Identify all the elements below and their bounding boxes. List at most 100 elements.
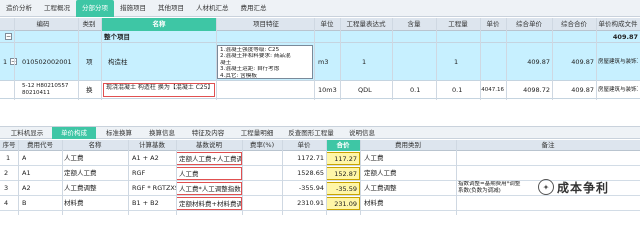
cell-category[interactable]: 材料费 <box>364 196 384 211</box>
item-code: 010502002001 <box>22 58 72 66</box>
col-unit-price[interactable]: 综合单价 <box>506 18 552 31</box>
col-name[interactable]: 名称 <box>102 18 216 31</box>
tab-labor-material[interactable]: 工料机显示 <box>4 127 50 139</box>
col-lower-total[interactable]: 合价 <box>326 140 360 151</box>
quota-type: 换 <box>86 86 93 94</box>
quota-code: 5-12 H80210557 80210411 <box>22 83 69 96</box>
col-fee-category[interactable]: 费用类别 <box>360 140 456 151</box>
tab-project-overview[interactable]: 工程概况 <box>38 0 76 17</box>
cell-seq: 2 <box>4 169 9 177</box>
cell-base-desc[interactable]: 定额材料费+材料费调整 <box>176 197 242 210</box>
tab-labor-material-summary[interactable]: 人材机汇总 <box>190 0 235 17</box>
cell-rate[interactable] <box>242 151 282 166</box>
collapse-icon[interactable]: − <box>5 33 12 40</box>
cell-price: -355.94 <box>298 184 324 192</box>
table-row[interactable]: 1 A 人工费 A1 + A2 定额人工费+人工费调整 1172.71 117.… <box>0 151 640 166</box>
cell-rate[interactable] <box>242 166 282 181</box>
cell-base-desc[interactable]: 人工费*人工调整指数 <box>176 182 242 195</box>
tab-quantity-details[interactable]: 工程量明细 <box>234 127 280 139</box>
col-rate[interactable]: 费率(%) <box>242 140 282 151</box>
cell-calc-base[interactable]: A1 + A2 <box>132 151 159 166</box>
item-expr[interactable]: 1 <box>362 43 366 81</box>
cell-price: 1172.71 <box>297 154 324 162</box>
col-expr[interactable]: 工程量表达式 <box>340 18 392 31</box>
cell-category[interactable]: 定额人工费 <box>364 166 397 181</box>
col-price[interactable]: 单价 <box>480 18 506 31</box>
cell-category[interactable]: 人工费调整 <box>364 181 397 196</box>
cell-fee-name[interactable]: 人工费 <box>64 151 84 166</box>
col-features[interactable]: 项目特征 <box>218 18 314 31</box>
section-name: 整个项目 <box>104 33 130 41</box>
cell-note[interactable] <box>460 196 580 211</box>
col-base-desc[interactable]: 基数说明 <box>176 140 242 151</box>
cell-note[interactable] <box>460 151 580 166</box>
cell-fee-name[interactable]: 材料费 <box>64 196 84 211</box>
tab-fee-summary[interactable]: 费用汇总 <box>235 0 273 17</box>
table-row[interactable]: 1 − 010502002001 项 构造柱 1.混凝土强度等级: C25 2.… <box>0 43 640 81</box>
cell-fee-code[interactable]: A2 <box>22 181 31 196</box>
tab-price-composition[interactable]: 单价构成 <box>52 127 96 139</box>
cell-fee-name[interactable]: 定额人工费 <box>64 166 97 181</box>
grid-line <box>480 18 481 100</box>
quota-price-file[interactable]: 房屋建筑与装饰工程 <box>598 81 638 99</box>
cell-rate[interactable] <box>242 196 282 211</box>
col-fee-name[interactable]: 名称 <box>62 140 128 151</box>
col-unit[interactable]: 单位 <box>314 18 340 31</box>
cell-calc-base[interactable]: B1 + B2 <box>132 196 159 211</box>
grid-line <box>326 140 327 215</box>
detail-tab-bar: 工料机显示 单价构成 标准换算 换算信息 特征及内容 工程量明细 反查图形工程量… <box>0 126 640 139</box>
grid-line <box>392 18 393 100</box>
tab-other-items[interactable]: 其他项目 <box>152 0 190 17</box>
tab-sub-items[interactable]: 分部分项 <box>76 0 114 17</box>
col-code[interactable]: 编码 <box>14 18 72 31</box>
table-row[interactable]: 5-12 H80210557 80210411 换 现浇混凝土 构造柱 换为【混… <box>0 81 640 99</box>
tab-measures[interactable]: 措施项目 <box>114 0 152 17</box>
table-row[interactable]: − 整个项目 409.87 <box>0 31 640 43</box>
grid-line <box>176 140 177 215</box>
quota-content[interactable]: 0.1 <box>410 81 420 99</box>
item-total: 409.87 <box>571 58 594 66</box>
tab-reverse-lookup[interactable]: 反查图形工程量 <box>282 127 340 139</box>
tab-standard-conversion[interactable]: 标准换算 <box>98 127 140 139</box>
col-calc-base[interactable]: 计算基数 <box>128 140 176 151</box>
cell-fee-code[interactable]: B <box>22 196 26 211</box>
col-total[interactable]: 综合合价 <box>552 18 596 31</box>
cell-fee-code[interactable]: A <box>22 151 26 166</box>
cell-fee-code[interactable]: A1 <box>22 166 31 181</box>
item-type: 项 <box>86 58 93 66</box>
item-price-file[interactable]: 房屋建筑与装饰工程 <box>598 43 638 81</box>
quota-unit: 10m3 <box>318 86 337 94</box>
col-qty[interactable]: 工程量 <box>436 18 480 31</box>
quota-name[interactable]: 现浇混凝土 构造柱 换为【混凝土 C25】 <box>103 83 215 97</box>
item-name: 构造柱 <box>108 58 128 66</box>
col-content[interactable]: 含量 <box>392 18 436 31</box>
col-lower-price[interactable]: 单价 <box>282 140 326 151</box>
cell-note[interactable]: 指数调整=基期费用*调整系数(负数为调减) <box>458 181 524 196</box>
cell-calc-base[interactable]: RGF <box>132 166 145 181</box>
grid-line <box>506 18 507 100</box>
tab-conversion-info[interactable]: 换算信息 <box>142 127 182 139</box>
cell-base-desc[interactable]: 人工费 <box>176 167 242 180</box>
tab-cost-analysis[interactable]: 造价分析 <box>0 0 38 17</box>
top-tab-bar: 造价分析 工程概况 分部分项 措施项目 其他项目 人材机汇总 费用汇总 <box>0 0 640 17</box>
item-features[interactable]: 1.混凝土强度等级: C25 2.混凝土拌和料要求: 商品混 凝土 3.混凝土运… <box>217 45 313 79</box>
item-qty[interactable]: 1 <box>454 43 458 81</box>
col-type[interactable]: 类别 <box>78 18 100 31</box>
cell-base-desc[interactable]: 定额人工费+人工费调整 <box>176 152 242 165</box>
table-row[interactable]: 4 B 材料费 B1 + B2 定额材料费+材料费调整 2310.91 231.… <box>0 196 640 211</box>
col-seq[interactable]: 序号 <box>0 140 18 151</box>
cell-rate[interactable] <box>242 181 282 196</box>
col-note[interactable]: 备注 <box>456 140 640 151</box>
grid-line <box>314 18 315 100</box>
quota-expr[interactable]: QDL <box>358 81 372 99</box>
quota-qty[interactable]: 0.1 <box>452 81 462 99</box>
cell-calc-base[interactable]: RGF * RGTZXS <box>132 181 179 196</box>
col-fee-code[interactable]: 费用代号 <box>18 140 62 151</box>
grid-line <box>101 18 102 100</box>
col-price-file[interactable]: 单价构成文件 <box>596 18 640 31</box>
cell-fee-name[interactable]: 人工费调整 <box>64 181 97 196</box>
grid-line <box>242 140 243 215</box>
cell-category[interactable]: 人工费 <box>364 151 384 166</box>
tab-features-content[interactable]: 特征及内容 <box>184 127 232 139</box>
tab-description[interactable]: 说明信息 <box>342 127 382 139</box>
